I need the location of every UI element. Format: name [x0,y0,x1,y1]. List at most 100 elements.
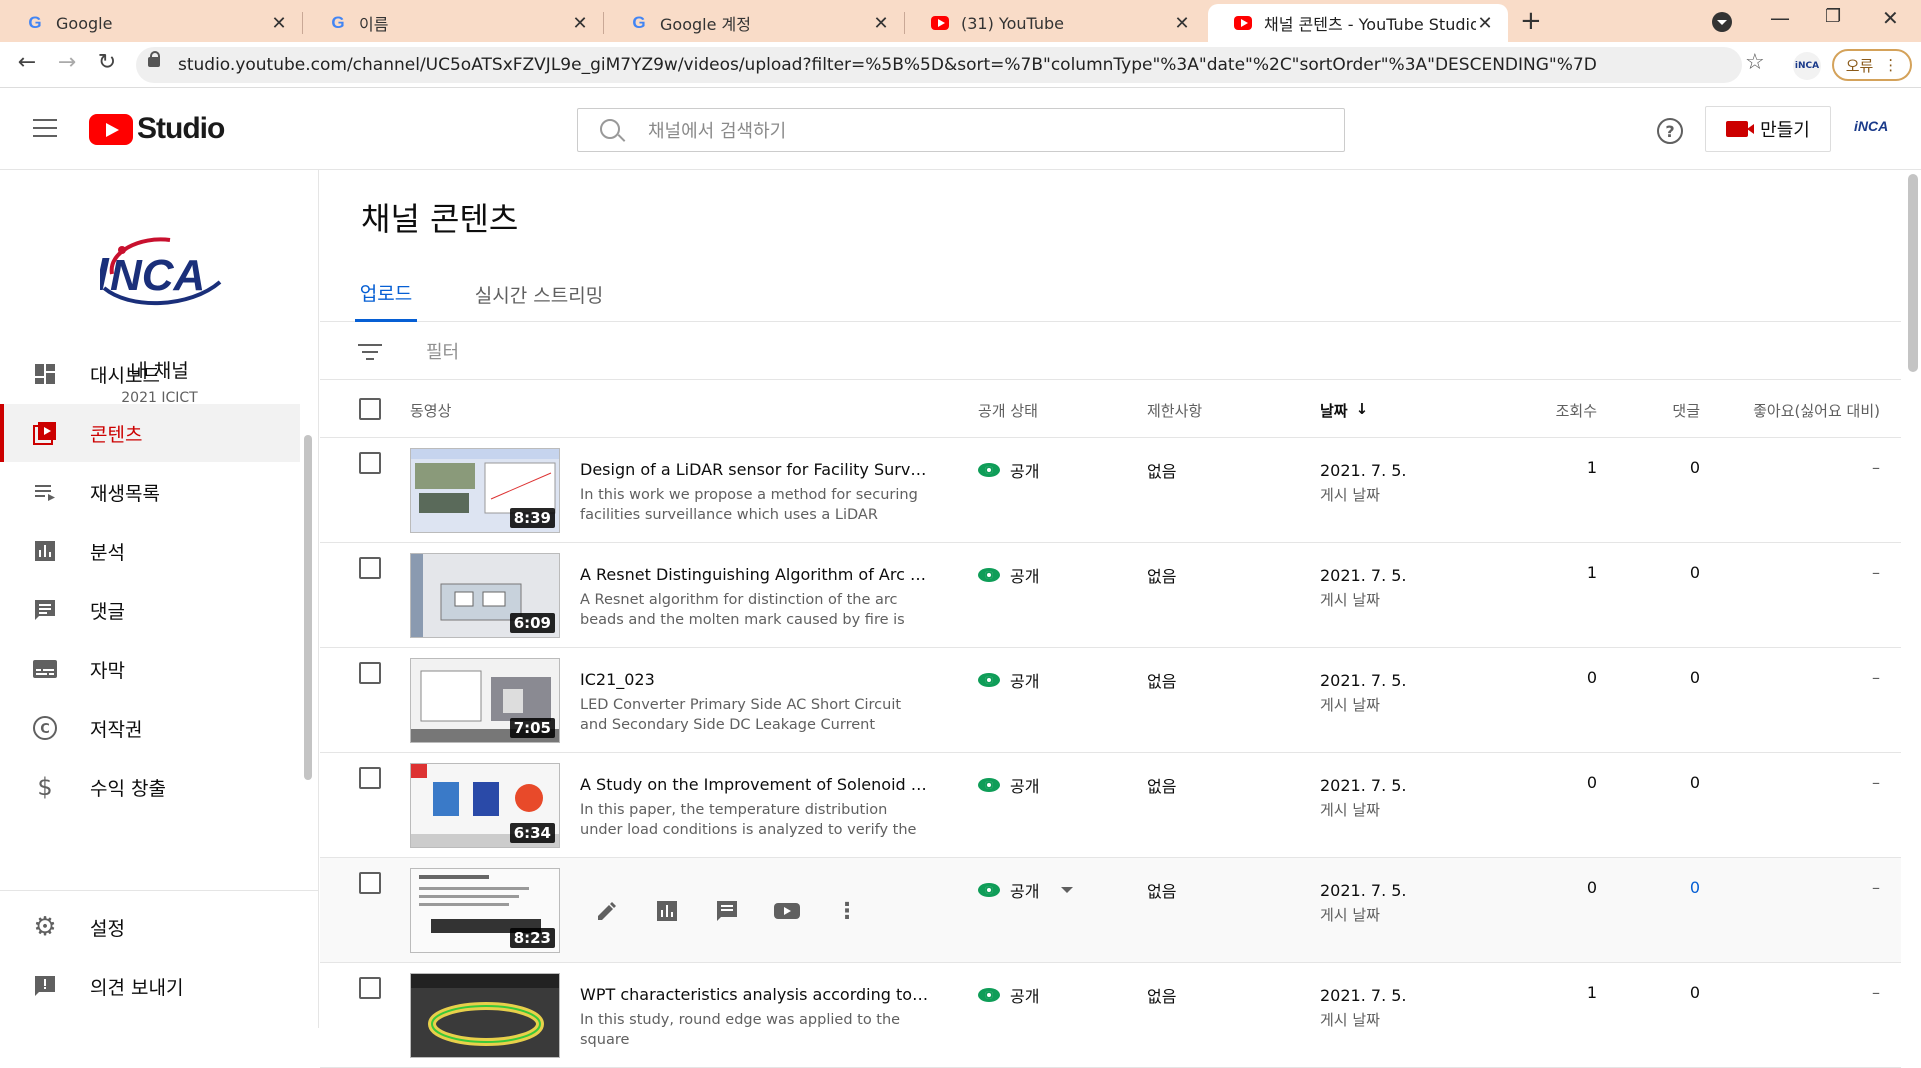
date-cell: 2021. 7. 5. 게시 날짜 [1320,773,1407,823]
visibility-dropdown[interactable]: 공개 [978,878,1074,902]
video-thumbnail[interactable]: 8:39 [410,448,560,533]
studio-logo[interactable]: Studio [89,112,225,146]
analytics-icon[interactable] [652,896,682,926]
visibility-cell[interactable]: 공개 [978,458,1039,482]
minimize-icon[interactable]: — [1770,6,1790,30]
visibility-cell[interactable]: 공개 [978,668,1039,692]
browser-tab-youtube[interactable]: (31) YouTube ✕ [905,4,1205,42]
error-button[interactable]: 오류 ⋮ [1832,49,1912,81]
reload-icon[interactable]: ↻ [92,50,122,75]
youtube-play-icon[interactable] [772,896,802,926]
browser-tab-studio[interactable]: 채널 콘텐츠 - YouTube Studio ✕ [1208,4,1508,42]
close-icon[interactable]: ✕ [1476,13,1494,34]
sidebar-item-playlists[interactable]: 재생목록 [0,463,300,521]
close-icon[interactable]: ✕ [1173,13,1191,34]
col-visibility: 공개 상태 [978,402,1038,420]
date-cell: 2021. 7. 5. 게시 날짜 [1320,563,1407,613]
select-all-checkbox[interactable] [359,398,381,420]
video-thumbnail[interactable]: 6:34 [410,763,560,848]
video-title[interactable]: A Study on the Improvement of Solenoid V… [580,775,930,794]
browser-tab-name[interactable]: G 이름 ✕ [303,4,603,42]
search-input[interactable]: 채널에서 검색하기 [577,108,1345,152]
video-title[interactable]: A Resnet Distinguishing Algorithm of Arc… [580,565,930,584]
comments-icon[interactable] [712,896,742,926]
back-icon[interactable]: ← [12,50,42,75]
col-date-sort[interactable]: 날짜 ↓ [1320,400,1368,421]
browser-tab-google-account[interactable]: G Google 계정 ✕ [604,4,904,42]
col-comments[interactable]: 댓글 [1620,400,1700,421]
video-title[interactable]: WPT characteristics analysis according t… [580,985,930,1004]
sidebar-item-content[interactable]: 콘텐츠 [0,404,300,462]
lock-icon[interactable] [148,51,160,67]
edit-pencil-icon[interactable] [592,896,622,926]
row-checkbox[interactable] [359,977,381,999]
sidebar-item-monetization[interactable]: $ 수익 창출 [0,758,300,816]
sidebar-item-dashboard[interactable]: 대시보드 [0,345,300,403]
bookmark-star-icon[interactable]: ☆ [1745,50,1765,75]
row-checkbox[interactable] [359,662,381,684]
video-title[interactable]: IC21_023 [580,670,930,689]
visibility-cell[interactable]: 공개 [978,983,1039,1007]
close-icon[interactable]: ✕ [270,13,288,34]
menu-icon[interactable] [33,119,57,137]
tab-search-icon[interactable] [1712,12,1732,32]
video-title[interactable]: Design of a LiDAR sensor for Facility Su… [580,460,930,479]
sidebar-item-copyright[interactable]: C 저작권 [0,699,300,757]
date-value: 2021. 7. 5. [1320,566,1407,585]
table-row[interactable]: 6:09 A Resnet Distinguishing Algorithm o… [320,543,1901,648]
tab-uploads[interactable]: 업로드 [355,266,417,322]
table-row[interactable]: 7:05 IC21_023 LED Converter Primary Side… [320,648,1901,753]
sidebar-item-feedback[interactable]: 의견 보내기 [0,957,300,1015]
date-value: 2021. 7. 5. [1320,461,1407,480]
video-thumbnail[interactable]: 6:09 [410,553,560,638]
sidebar-item-label: 설정 [90,917,125,940]
tab-live[interactable]: 실시간 스트리밍 [468,266,610,322]
comments-cell[interactable]: 0 [1620,878,1700,897]
browser-profile-icon[interactable]: iNCA [1793,52,1821,80]
table-row[interactable]: 8:39 Design of a LiDAR sensor for Facili… [320,438,1901,543]
eye-icon [978,673,1000,687]
filter-input[interactable]: 필터 [426,338,459,364]
col-likes[interactable]: 좋아요(싫어요 대비) [1720,400,1880,421]
table-row[interactable]: 6:34 A Study on the Improvement of Solen… [320,753,1901,858]
row-checkbox[interactable] [359,767,381,789]
close-icon[interactable]: ✕ [872,13,890,34]
filter-bar[interactable]: 필터 [320,322,1901,380]
url-input[interactable]: studio.youtube.com/channel/UC5oATSxFZVJL… [136,47,1742,83]
sidebar-item-analytics[interactable]: 분석 [0,522,300,580]
table-row[interactable]: 8:23 ⋮ 공개 없음 2021. 7. 5. 게시 날짜 0 0 – [320,858,1901,963]
video-thumbnail[interactable]: 7:05 [410,658,560,743]
forward-icon[interactable]: → [52,50,82,75]
sidebar-item-subtitles[interactable]: 자막 [0,640,300,698]
sidebar-item-comments[interactable]: 댓글 [0,581,300,639]
video-thumbnail[interactable]: 8:23 [410,868,560,953]
close-icon[interactable]: ✕ [571,13,589,34]
row-checkbox[interactable] [359,872,381,894]
sidebar-item-settings[interactable]: ⚙ 설정 [0,898,300,956]
help-icon[interactable]: ? [1657,118,1683,144]
account-avatar[interactable]: iNCA [1854,118,1894,144]
restore-icon[interactable]: ❐ [1825,6,1841,27]
restriction-cell: 없음 [1147,672,1177,691]
video-description: In this work we propose a method for sec… [580,487,918,523]
visibility-label: 공개 [1010,777,1040,796]
channel-logo[interactable]: NCA [100,232,225,307]
sidebar-scrollbar[interactable] [304,435,312,780]
row-checkbox[interactable] [359,452,381,474]
new-tab-button[interactable]: + [1520,6,1542,36]
row-checkbox[interactable] [359,557,381,579]
close-window-icon[interactable]: ✕ [1882,6,1899,30]
visibility-cell[interactable]: 공개 [978,773,1039,797]
table-row[interactable]: WPT characteristics analysis according t… [320,963,1901,1068]
sidebar-item-label: 재생목록 [90,482,160,505]
create-button[interactable]: 만들기 [1705,106,1831,152]
visibility-cell[interactable]: 공개 [978,563,1039,587]
browser-tab-google[interactable]: G Google ✕ [0,4,302,42]
filter-icon[interactable] [358,344,382,365]
date-sub: 게시 날짜 [1320,801,1380,819]
main-scrollbar[interactable] [1908,174,1918,372]
col-views[interactable]: 조회수 [1520,400,1597,421]
views-cell: 0 [1586,668,1597,687]
video-thumbnail[interactable] [410,973,560,1058]
more-vert-icon[interactable]: ⋮ [832,896,862,926]
